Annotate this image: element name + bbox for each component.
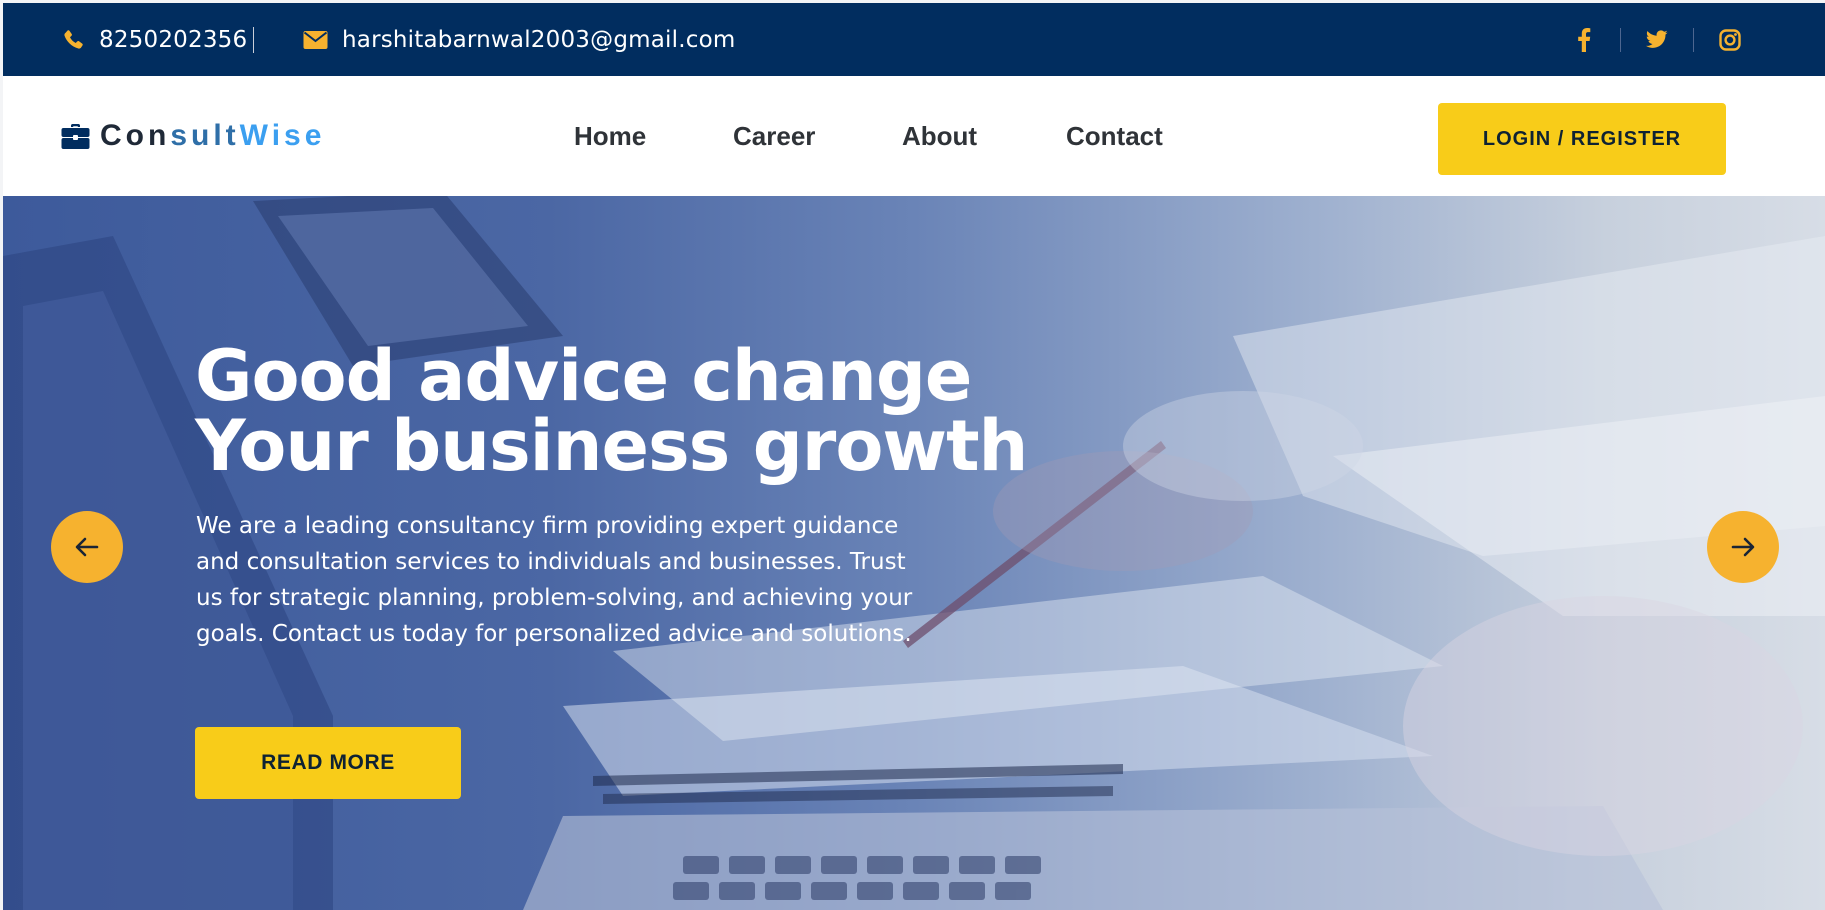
email-address: harshitabarnwal2003@gmail.com	[342, 26, 736, 53]
main-navbar: ConsultWise Home Career About Contact LO…	[3, 76, 1825, 196]
page: 8250202356 harshitabarnwal2003@gmail.com	[3, 3, 1825, 910]
twitter-icon[interactable]	[1646, 28, 1668, 52]
login-register-button[interactable]: LOGIN / REGISTER	[1438, 103, 1726, 175]
nav-link-about[interactable]: About	[902, 76, 977, 196]
nav-link-career[interactable]: Career	[733, 76, 815, 196]
arrow-right-icon	[1731, 537, 1755, 557]
carousel-next-button[interactable]	[1707, 511, 1779, 583]
nav-link-home[interactable]: Home	[574, 76, 646, 196]
hero-carousel: Good advice change Your business growth …	[3, 196, 1825, 910]
top-contact-bar: 8250202356 harshitabarnwal2003@gmail.com	[3, 3, 1825, 76]
hero-title-line: Good advice change	[195, 335, 972, 417]
brand-name: ConsultWise	[100, 119, 325, 153]
phone-contact[interactable]: 8250202356	[61, 3, 255, 76]
brand-logo[interactable]: ConsultWise	[61, 76, 325, 196]
hero-title-line: Your business growth	[195, 405, 1028, 487]
arrow-left-icon	[75, 537, 99, 557]
divider	[253, 26, 255, 53]
brand-name-part: Wise	[239, 119, 326, 152]
hero-description: We are a leading consultancy firm provid…	[196, 513, 913, 647]
brand-name-part: sult	[170, 119, 240, 152]
read-more-button[interactable]: READ MORE	[195, 727, 461, 799]
briefcase-icon	[61, 123, 90, 149]
nav-link-label[interactable]: Contact	[1066, 121, 1163, 152]
nav-link-label[interactable]: Home	[574, 121, 646, 152]
nav-link-label[interactable]: Career	[733, 121, 815, 152]
nav-link-label[interactable]: About	[902, 121, 977, 152]
phone-number: 8250202356	[99, 26, 248, 53]
social-links	[1573, 3, 1741, 76]
carousel-prev-button[interactable]	[51, 511, 123, 583]
facebook-icon[interactable]	[1573, 27, 1595, 52]
hero-title: Good advice change Your business growth	[195, 335, 1028, 487]
email-contact[interactable]: harshitabarnwal2003@gmail.com	[303, 3, 735, 76]
phone-icon	[64, 29, 83, 49]
brand-name-part: Con	[100, 119, 171, 152]
divider	[1693, 27, 1694, 52]
envelope-icon	[303, 30, 328, 49]
instagram-icon[interactable]	[1719, 28, 1741, 52]
divider	[1620, 27, 1621, 52]
nav-link-contact[interactable]: Contact	[1066, 76, 1163, 196]
